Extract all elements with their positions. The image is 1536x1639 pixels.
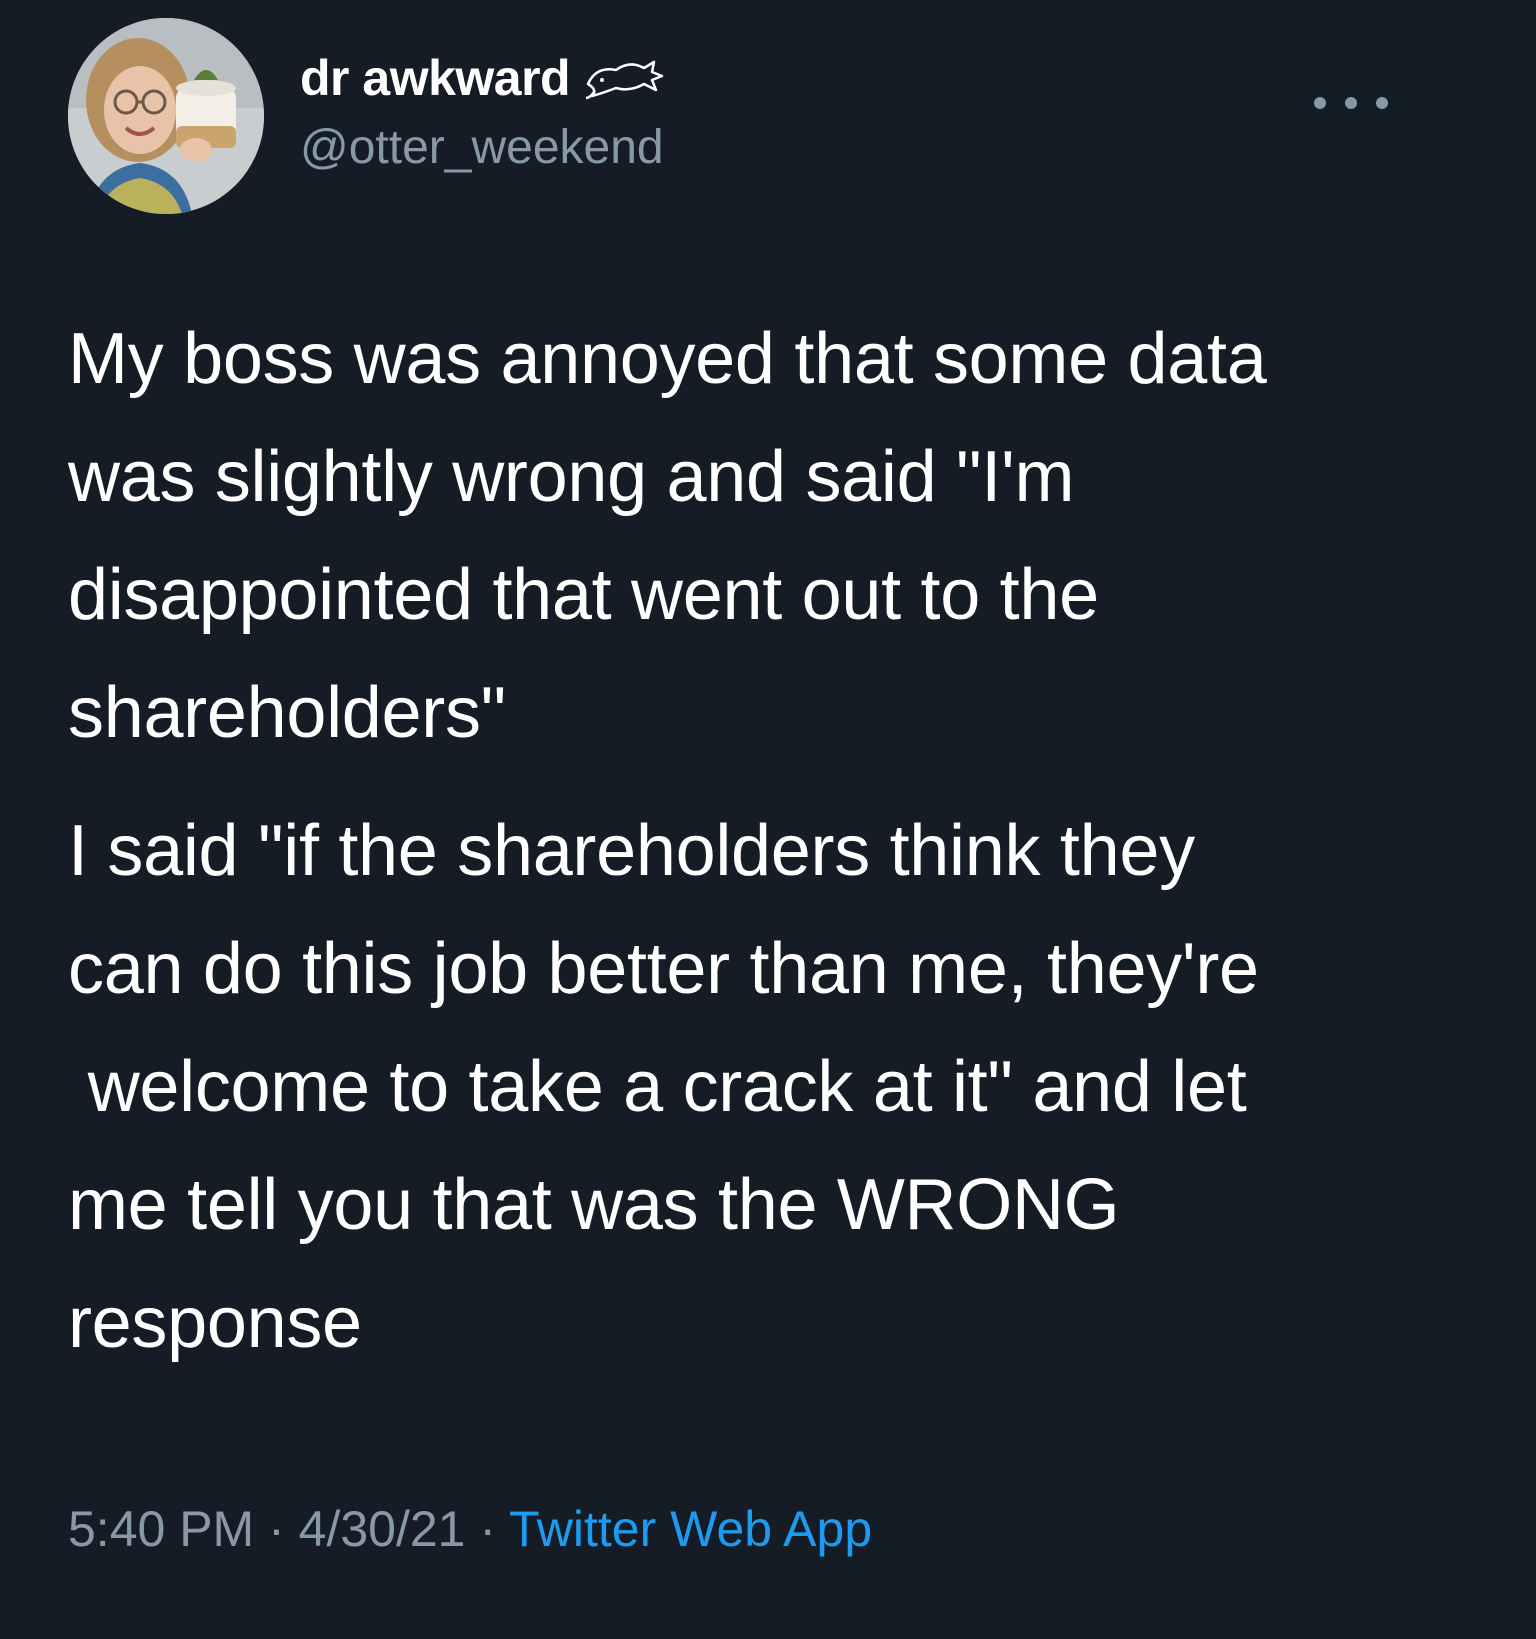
tweet-line: me tell you that was the WRONG [68, 1165, 1120, 1245]
display-name-row: dr awkward [300, 48, 666, 108]
tweet-time[interactable]: 5:40 PM [68, 1501, 254, 1557]
tweet-line: shareholders" [68, 673, 506, 753]
tweet-card: dr awkward @otter_weekend My boss was an… [0, 0, 1536, 1639]
tweet-line: welcome to take a crack at it" and let [68, 1047, 1247, 1127]
display-name[interactable]: dr awkward [300, 49, 571, 107]
more-options-icon[interactable] [1314, 88, 1388, 118]
tweet-line: My boss was annoyed that some data [68, 319, 1267, 399]
tweet-line: was slightly wrong and said "I'm [68, 437, 1075, 517]
tweet-text: My boss was annoyed that some data was s… [68, 300, 1488, 1382]
tweet-meta: 5:40 PM · 4/30/21 · Twitter Web App [68, 1500, 872, 1558]
user-names: dr awkward @otter_weekend [300, 48, 666, 175]
meta-separator: · [465, 1501, 510, 1557]
tweet-source-link[interactable]: Twitter Web App [509, 1501, 872, 1557]
more-dot [1345, 97, 1357, 109]
more-dot [1314, 97, 1326, 109]
otter-icon [582, 54, 666, 102]
tweet-line: can do this job better than me, they're [68, 929, 1259, 1009]
avatar-photo [68, 18, 264, 214]
user-handle[interactable]: @otter_weekend [300, 120, 666, 175]
tweet-line: disappointed that went out to the [68, 555, 1099, 635]
tweet-date[interactable]: 4/30/21 [299, 1501, 466, 1557]
tweet-line: I said "if the shareholders think they [68, 811, 1195, 891]
meta-separator: · [254, 1501, 299, 1557]
tweet-line: response [68, 1283, 362, 1363]
tweet-header: dr awkward @otter_weekend [68, 18, 1468, 218]
avatar[interactable] [68, 18, 264, 214]
more-dot [1376, 97, 1388, 109]
